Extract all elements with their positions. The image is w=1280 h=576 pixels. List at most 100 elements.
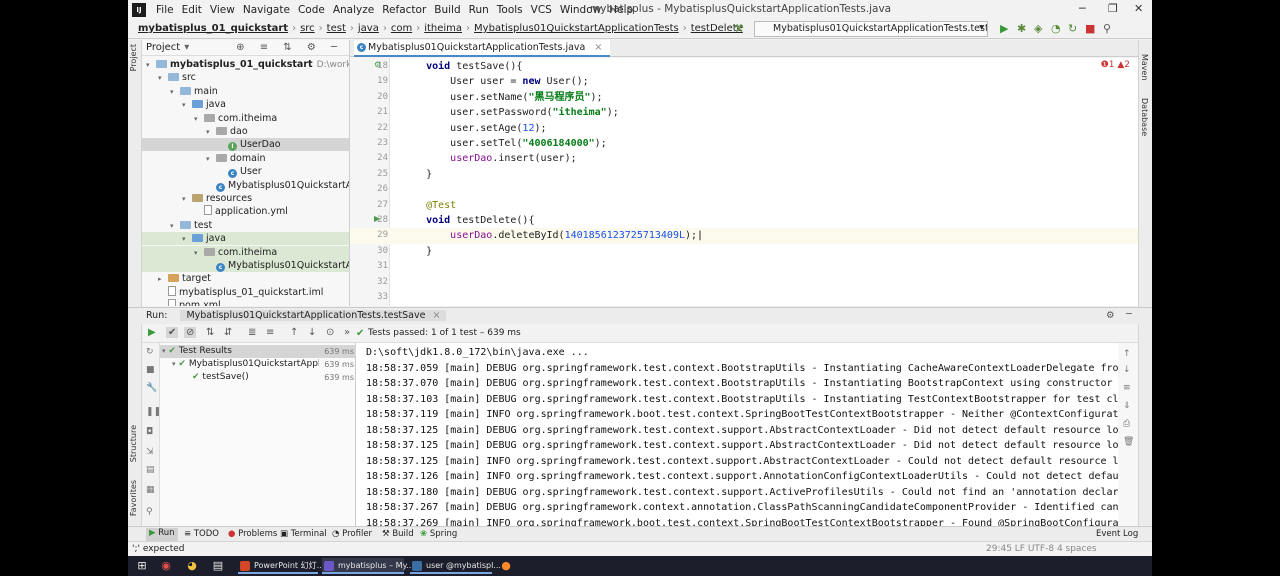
chevron-down-icon[interactable]: ▾ (182, 233, 192, 246)
wrench-icon[interactable]: 🔧 (146, 383, 157, 393)
structure-stripe-tab[interactable]: Structure (129, 425, 138, 462)
tree-item[interactable]: cMybatisplus01QuickstartApplicationTests (142, 259, 349, 272)
collapse-all-icon[interactable]: ≡ (266, 327, 274, 338)
soft-wrap-icon[interactable]: ≡ (1123, 383, 1131, 393)
chrome-icon[interactable]: ◕ (184, 558, 200, 574)
menu-edit[interactable]: Edit (178, 4, 206, 16)
chevron-down-icon[interactable]: ▾ (184, 42, 189, 53)
chevron-down-icon[interactable]: ▾ (194, 113, 204, 126)
tree-item[interactable]: application.yml (142, 205, 349, 218)
taskbar-intellij[interactable]: mybatisplus – My... (322, 558, 414, 574)
tree-item[interactable]: ▾ dao (142, 125, 349, 139)
menu-build[interactable]: Build (430, 4, 464, 16)
tree-item[interactable]: ▾ com.itheima (142, 112, 349, 126)
reload-icon[interactable]: ↻ (1068, 22, 1077, 35)
close-tab-icon[interactable]: × (594, 42, 602, 53)
tree-item[interactable]: ▾ java (142, 98, 349, 111)
settings-gear-icon[interactable]: ⚙ (1106, 310, 1115, 321)
tree-item[interactable]: ▾ java (142, 232, 349, 246)
chevron-down-icon[interactable]: ▾ (182, 193, 192, 206)
test-method-row[interactable]: ✔ testSave() 639 ms (160, 371, 356, 384)
console-output[interactable]: D:\soft\jdk1.8.0_172\bin\java.exe ... 18:… (356, 343, 1118, 526)
windows-start-icon[interactable]: ⊞ (134, 558, 150, 574)
chevron-down-icon[interactable]: ▾ (194, 247, 204, 260)
show-ignored-icon[interactable]: ⊘ (184, 327, 197, 338)
exit-icon[interactable]: ⇲ (146, 447, 154, 457)
tree-item[interactable]: mybatisplus_01_quickstart.iml (142, 285, 349, 299)
tree-item[interactable]: ▸ target (142, 272, 349, 285)
database-stripe-tab[interactable]: Database (1140, 98, 1149, 136)
run-tab[interactable]: Mybatisplus01QuickstartApplicationTests.… (180, 310, 447, 321)
menu-vcs[interactable]: VCS (527, 4, 556, 16)
stop-icon[interactable]: ■ (146, 365, 155, 375)
previous-failed-icon[interactable]: ↑ (290, 327, 298, 338)
tree-item[interactable]: cMybatisplus01QuickstartApplication (142, 179, 349, 192)
run-icon[interactable]: ▶ (1000, 22, 1008, 35)
tree-item[interactable]: ▾ src (142, 71, 349, 84)
chevron-down-icon[interactable]: ▾ (170, 220, 180, 233)
file-explorer-icon[interactable]: ▤ (210, 558, 226, 574)
pin-icon[interactable]: ⚲ (146, 507, 153, 517)
hide-panel-icon[interactable]: ─ (1126, 309, 1132, 320)
app-icon[interactable]: ◉ (158, 558, 174, 574)
favorites-stripe-tab[interactable]: Favorites (129, 480, 138, 516)
toolwindow-run[interactable]: ▶ Run (146, 528, 178, 541)
sort-duration-icon[interactable]: ⇵ (224, 327, 232, 338)
chevron-down-icon[interactable]: ▾ (206, 153, 216, 166)
stop-icon[interactable]: ■ (1085, 22, 1095, 35)
maximize-icon[interactable]: ❐ (1108, 2, 1118, 15)
chevron-down-icon[interactable]: ▾ (206, 126, 216, 139)
tree-item[interactable]: ▾ mybatisplus_01_quickstartD:\workspace\ (142, 58, 349, 72)
event-log[interactable]: Event Log (1096, 529, 1138, 539)
camera-icon[interactable]: ◘ (146, 427, 153, 437)
chevron-down-icon[interactable]: ▾ (170, 86, 180, 99)
tree-item[interactable]: ▾ com.itheima (142, 245, 349, 260)
scroll-down-icon[interactable]: ↓ (1123, 365, 1131, 375)
crumb-class[interactable]: Mybatisplus01QuickstartApplicationTests (472, 23, 681, 34)
crumb-src[interactable]: src (298, 23, 317, 34)
tree-item[interactable]: ▾ main (142, 85, 349, 99)
print-icon[interactable]: ⎙ (1123, 419, 1130, 429)
recorder-icon[interactable]: ● (498, 558, 514, 574)
minimize-icon[interactable]: ─ (1079, 2, 1086, 15)
menu-view[interactable]: View (206, 4, 239, 16)
crumb-project[interactable]: mybatisplus_01_quickstart (136, 23, 290, 34)
crumb-test[interactable]: test (325, 23, 348, 34)
run-config-select[interactable]: Mybatisplus01QuickstartApplicationTests.… (754, 21, 988, 37)
export-icon[interactable]: » (344, 327, 350, 338)
debug-icon[interactable]: ✱ (1017, 22, 1026, 35)
toolwindow-problems[interactable]: ● Problems (228, 529, 277, 539)
toolwindow-todo[interactable]: ≡ TODO (184, 529, 219, 539)
tab-application-tests[interactable]: c Mybatisplus01QuickstartApplicationTest… (354, 40, 611, 57)
menu-tools[interactable]: Tools (493, 4, 527, 16)
tree-item[interactable]: pom.xml (142, 299, 349, 306)
scroll-end-icon[interactable]: ⇓ (1123, 401, 1131, 411)
coverage-icon[interactable]: ◈ (1034, 22, 1042, 35)
rerun-failed-icon[interactable]: ↻ (146, 347, 154, 357)
taskbar-powerpoint[interactable]: PowerPoint 幻灯... (238, 558, 324, 574)
code-editor[interactable]: 18 void testSave(){19 User user = new Us… (350, 58, 1138, 306)
test-class-row[interactable]: ▾ ✔ Mybatisplus01QuickstartApplicationTe… (160, 358, 356, 371)
pause-icon[interactable]: ❚❚ (146, 407, 161, 417)
crumb-com[interactable]: com (389, 23, 414, 34)
tree-item[interactable]: c User (142, 165, 349, 179)
gutter-run-test-icon[interactable]: ▶ (374, 214, 380, 223)
hammer-build-icon[interactable]: ⚒ (734, 22, 744, 35)
show-passed-icon[interactable]: ✔ (166, 327, 179, 338)
toolwindow-profiler[interactable]: ◔ Profiler (332, 529, 372, 539)
print-icon[interactable]: ▦ (146, 485, 155, 495)
chevron-down-icon[interactable]: ▾ (146, 59, 156, 72)
menu-navigate[interactable]: Navigate (239, 4, 294, 16)
project-stripe-tab[interactable]: Project (129, 44, 138, 71)
menu-analyze[interactable]: Analyze (329, 4, 378, 16)
toolwindow-spring[interactable]: ❀ Spring (420, 529, 457, 539)
profile-icon[interactable]: ◔ (1051, 22, 1061, 35)
inspection-badge[interactable]: ❶1 ▲2 (1101, 60, 1130, 70)
tree-item[interactable]: ▾ resources (142, 192, 349, 206)
search-everywhere-icon[interactable]: ⚲ (1103, 22, 1111, 35)
sort-alpha-icon[interactable]: ⇅ (206, 327, 214, 338)
tree-item[interactable]: I UserDao (142, 138, 349, 152)
close-window-icon[interactable]: ✕ (1134, 2, 1143, 15)
history-icon[interactable]: ⊙ (326, 327, 334, 338)
next-failed-icon[interactable]: ↓ (308, 327, 316, 338)
